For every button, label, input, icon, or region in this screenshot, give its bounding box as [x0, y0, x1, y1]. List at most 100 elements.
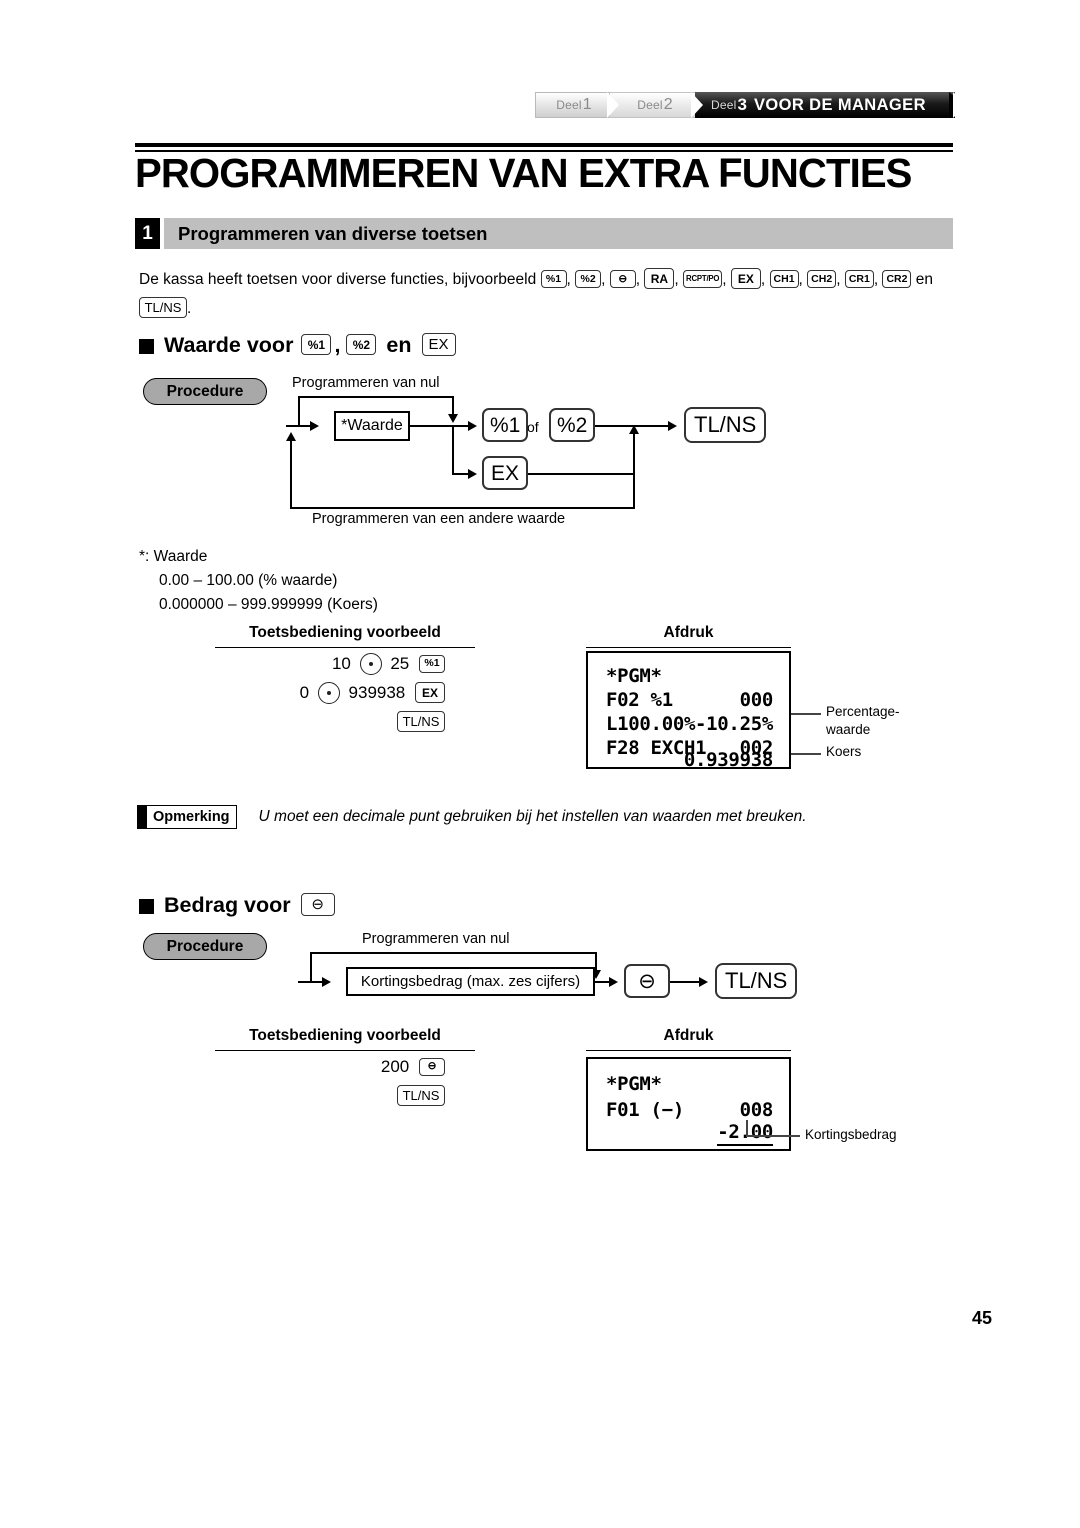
- value-star-label: *: Waarde: [139, 548, 208, 565]
- example1-head-keyops: Toetsbediening voorbeeld: [215, 624, 475, 648]
- tab-deel3-label: VOOR DE MANAGER: [753, 95, 926, 114]
- subsection-bedrag-label: Bedrag voor: [164, 893, 291, 917]
- flow1-entry-line: [286, 425, 312, 427]
- receipt-print-2: *PGM* F01 (−) 008 -2.00: [586, 1057, 791, 1151]
- section-header-bar: 1 Programmeren van diverse toetsen: [135, 218, 953, 249]
- example2-head-afdruk: Afdruk: [586, 1027, 791, 1051]
- receipt2-row1-right: 008: [739, 1099, 774, 1121]
- note-text: U moet een decimale punt gebruiken bij h…: [258, 808, 807, 825]
- flow1-bypass-left-drop: [298, 396, 300, 426]
- flow2-amount-box-label: Kortingsbedrag (max. zes cijfers): [360, 973, 581, 990]
- tab-deel2-number: 2: [663, 96, 673, 113]
- receipt1-row4-right: 0.939938: [683, 749, 773, 771]
- receipt2-title: *PGM*: [606, 1073, 662, 1095]
- flow2-entry-line: [298, 981, 324, 983]
- flow2-entry-arrow-icon: [322, 977, 331, 987]
- intro-period: .: [187, 300, 192, 317]
- callout3-text: Kortingsbedrag: [805, 1127, 897, 1142]
- bullet-square-icon: [139, 339, 154, 354]
- flow2-bypass-left-drop: [310, 952, 312, 982]
- key-rcptpo-icon: RCPT/PO: [683, 269, 723, 288]
- tab-deel2-word: Deel: [637, 98, 663, 112]
- receipt1-title: *PGM*: [606, 665, 662, 687]
- example2-row2-key-tlns-icon: TL/NS: [397, 1085, 445, 1107]
- value-range-rate: 0.000000 – 999.999999 (Koers): [159, 596, 378, 613]
- callout1-line: [791, 713, 821, 715]
- procedure-badge-2: Procedure: [143, 933, 267, 960]
- intro-paragraph: De kassa heeft toetsen voor diverse func…: [139, 265, 959, 323]
- key-pct2-icon: %2: [575, 269, 602, 288]
- receipt1-row2-left: L100.00%: [606, 713, 696, 735]
- example1-row1-key-icon: %1: [419, 654, 445, 673]
- key-ra-icon: RA: [644, 268, 675, 290]
- example2-keyop-row-1: 200 ⊖: [215, 1055, 445, 1079]
- key-ch1-icon: CH1: [769, 269, 799, 288]
- tab-deel1-word: Deel: [556, 98, 582, 112]
- flow1-post-box-line: [410, 425, 452, 427]
- example1-row1-num1: 10: [331, 654, 351, 673]
- flow1-key-ex-icon: EX: [482, 456, 528, 490]
- flow2-key-tlns-icon: TL/NS: [715, 963, 798, 999]
- note-opmerking: Opmerking U moet een decimale punt gebru…: [137, 805, 807, 829]
- chevron-separator-2-icon: [691, 92, 703, 118]
- example1-row2-num2: 939938: [348, 683, 406, 702]
- heading2-key-minus-icon: ⊖: [300, 893, 335, 916]
- callout1-line2: waarde: [826, 722, 871, 737]
- tab-deel2[interactable]: Deel 2: [609, 92, 701, 118]
- key-pct1-icon: %1: [540, 269, 567, 288]
- flow1-top-label: Programmeren van nul: [292, 375, 440, 391]
- flow2-to-tlns-line: [670, 981, 702, 983]
- bullet-square-2-icon: [139, 899, 154, 914]
- subsection-bedrag-heading: Bedrag voor ⊖: [139, 893, 335, 918]
- flow2-amount-box: Kortingsbedrag (max. zes cijfers): [346, 967, 595, 996]
- flow1-entry-arrow-icon: [310, 421, 319, 431]
- page-title: PROGRAMMEREN VAN EXTRA FUNCTIES: [135, 150, 912, 196]
- breadcrumb-tabstrip: Deel 1 Deel 2 Deel 3 VOOR DE MANAGER: [535, 92, 967, 118]
- tab-deel1-number: 1: [582, 96, 592, 113]
- flow1-of-label: of: [527, 419, 539, 435]
- heading-key-ex-icon: EX: [421, 333, 456, 356]
- example2-keyop-row-2: TL/NS: [215, 1084, 445, 1108]
- key-ex-icon: EX: [730, 268, 761, 290]
- flow1-key-pct2-icon: %2: [549, 408, 596, 442]
- receipt1-row1-left: F02 %1: [606, 689, 673, 711]
- key-cr1-icon: CR1: [844, 269, 874, 288]
- note-badge: Opmerking: [137, 805, 237, 829]
- note-badge-label: Opmerking: [147, 806, 236, 828]
- chevron-separator-3-icon: [953, 92, 967, 118]
- callout1-line1: Percentage-: [826, 704, 900, 719]
- tab-deel1[interactable]: Deel 1: [535, 92, 613, 118]
- heading-en: en: [386, 333, 412, 357]
- flow1-bottom-label: Programmeren van een andere waarde: [312, 511, 566, 527]
- flow1-value-box: *Waarde: [334, 411, 410, 441]
- example1-head-afdruk: Afdruk: [586, 624, 791, 648]
- tab-deel3-word: Deel: [711, 98, 737, 112]
- flow1-key-tlns-icon: TL/NS: [684, 407, 767, 443]
- intro-conjunction: en: [915, 271, 934, 288]
- example1-keyop-row-1: 10 25 %1: [215, 652, 445, 676]
- decimal-point-key-icon: [359, 652, 382, 675]
- flow1-branch-drop: [452, 425, 454, 473]
- flow1-feedback-right-drop: [633, 473, 635, 509]
- page-number: 45: [971, 1308, 992, 1328]
- flow1-feedback-riser: [290, 440, 292, 509]
- flow1-ex-return-line: [528, 473, 635, 475]
- receipt1-row1-right: 000: [739, 689, 774, 711]
- flow1-bypass-arrow-down-icon: [448, 414, 458, 423]
- heading-key-pct2-icon: %2: [346, 334, 377, 355]
- heading-comma: ,: [334, 333, 341, 357]
- flow2-to-tlns-arrow-icon: [699, 977, 708, 987]
- key-cr2-icon: CR2: [882, 269, 912, 288]
- chevron-separator-1-icon: [607, 92, 619, 118]
- flow2-bypass-right-drop: [595, 952, 597, 972]
- example1-keyop-row-2: 0 939938 EX: [215, 681, 445, 705]
- value-range-percent: 0.00 – 100.00 (% waarde): [159, 572, 338, 589]
- flow2-key-minus-icon: ⊖: [624, 964, 670, 998]
- flow1-feedback-line: [290, 507, 635, 509]
- example2-head-keyops: Toetsbediening voorbeeld: [215, 1027, 475, 1051]
- value-range-list: *: Waarde 0.00 – 100.00 (% waarde) 0.000…: [139, 545, 378, 617]
- intro-text: De kassa heeft toetsen voor diverse func…: [139, 271, 537, 288]
- tab-deel3-active[interactable]: Deel 3 VOOR DE MANAGER: [695, 92, 955, 118]
- example1-keyops: 10 25 %1 0 939938 EX TL/NS: [215, 652, 445, 739]
- receipt1-row2-right: -10.25%: [695, 713, 773, 735]
